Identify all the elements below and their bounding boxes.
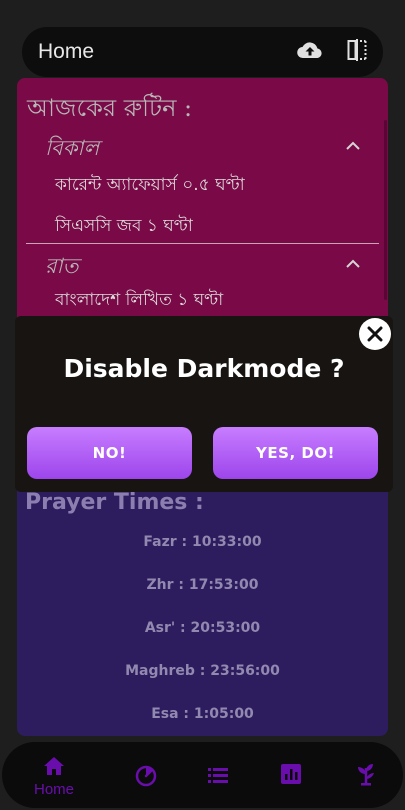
section-afternoon[interactable]: বিকাল bbox=[45, 132, 99, 167]
nav-home[interactable]: Home bbox=[34, 756, 74, 798]
chevron-up-icon[interactable] bbox=[346, 138, 360, 154]
routine-heading: আজকের রুটিন : bbox=[27, 94, 193, 122]
plant-icon bbox=[355, 762, 377, 790]
prayer-time: Zhr : 17:53:00 bbox=[146, 577, 259, 593]
timer-icon bbox=[135, 765, 157, 791]
chevron-up-icon[interactable] bbox=[346, 256, 360, 272]
scrollbar[interactable] bbox=[384, 120, 387, 300]
topbar-actions bbox=[297, 39, 367, 65]
bottom-nav: Home bbox=[2, 742, 403, 808]
list-item: কারেন্ট অ্যাফেয়ার্স ০.৫ ঘণ্টা bbox=[55, 175, 245, 195]
list-item: বাংলাদেশ লিখিত ১ ঘণ্টা bbox=[55, 290, 224, 310]
nav-timer[interactable] bbox=[135, 765, 157, 791]
prayer-time: Esa : 1:05:00 bbox=[151, 706, 254, 722]
no-button[interactable]: NO! bbox=[27, 427, 192, 479]
prayer-heading: Prayer Times : bbox=[25, 490, 204, 515]
divider bbox=[26, 243, 379, 244]
yes-button[interactable]: YES, DO! bbox=[213, 427, 378, 479]
nav-stats[interactable] bbox=[281, 764, 301, 788]
dialog-title: Disable Darkmode ? bbox=[63, 354, 345, 383]
nav-plant[interactable] bbox=[355, 762, 377, 790]
prayer-times-card: Prayer Times : Fazr : 10:33:00 Zhr : 17:… bbox=[17, 470, 388, 736]
cloud-upload-icon[interactable] bbox=[297, 41, 323, 63]
darkmode-dialog: Disable Darkmode ? NO! YES, DO! bbox=[15, 316, 393, 492]
split-view-icon[interactable] bbox=[347, 39, 367, 65]
list-item: সিএসসি জব ১ ঘণ্টা bbox=[55, 216, 193, 236]
home-icon bbox=[43, 756, 65, 780]
nav-list[interactable] bbox=[208, 766, 228, 788]
routine-card: আজকের রুটিন : বিকাল কারেন্ট অ্যাফেয়ার্স… bbox=[17, 78, 388, 338]
nav-home-label: Home bbox=[34, 781, 75, 798]
chart-icon bbox=[281, 764, 301, 788]
prayer-time: Fazr : 10:33:00 bbox=[143, 534, 262, 550]
section-night[interactable]: রাত bbox=[45, 250, 78, 285]
top-app-bar: Home bbox=[22, 27, 383, 77]
list-icon bbox=[208, 766, 228, 788]
prayer-time: Asr' : 20:53:00 bbox=[144, 620, 261, 636]
close-icon[interactable] bbox=[359, 318, 391, 350]
prayer-time: Maghreb : 23:56:00 bbox=[125, 663, 280, 679]
page-title: Home bbox=[38, 40, 95, 63]
